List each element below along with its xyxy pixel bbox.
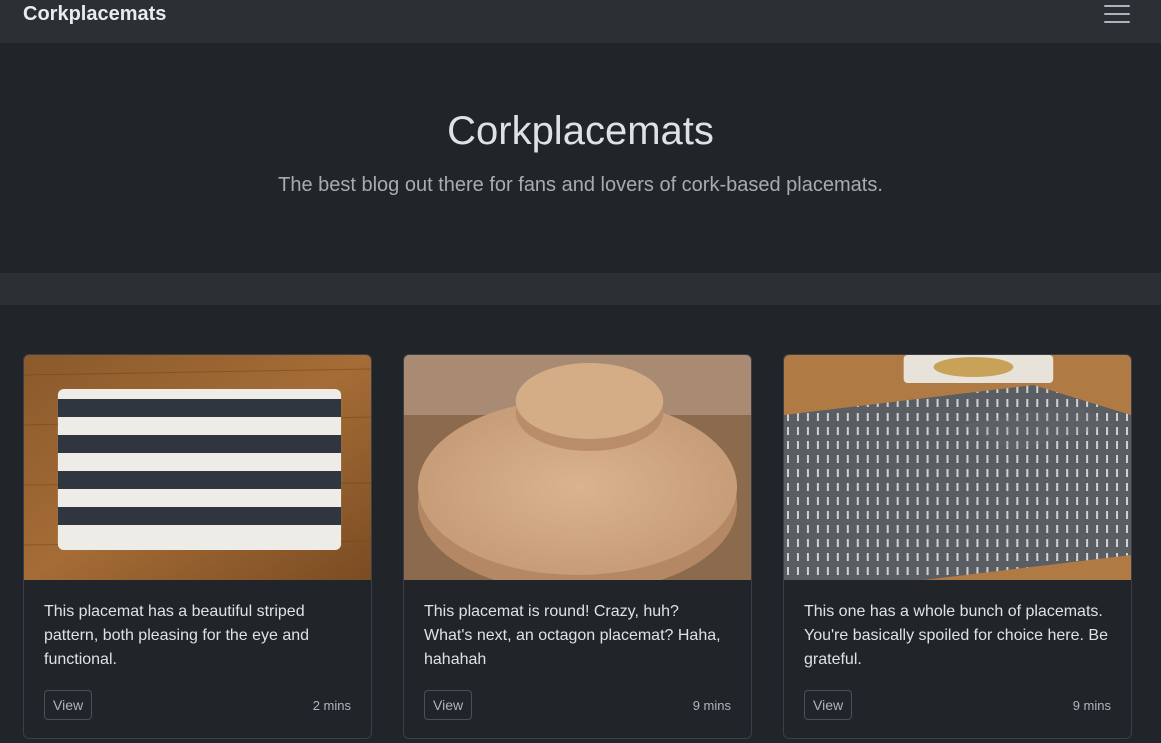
view-button[interactable]: View	[424, 690, 473, 720]
card-text: This one has a whole bunch of placemats.…	[804, 603, 1108, 668]
round-cork-placemat-photo	[404, 355, 751, 580]
read-time: 9 mins	[1072, 697, 1111, 713]
view-button[interactable]: View	[44, 690, 93, 720]
navbar-brand[interactable]: Corkplacemats	[23, 3, 166, 26]
hero-title: Corkplacemats	[447, 109, 714, 153]
striped-placemat-photo	[24, 355, 371, 580]
card: This placemat has a beautiful striped pa…	[23, 354, 372, 739]
hero-section: Corkplacemats The best blog out there fo…	[0, 43, 1161, 273]
patterned-placemat-set-photo	[784, 355, 1131, 580]
hero-subtitle: The best blog out there for fans and lov…	[278, 174, 883, 196]
read-time: 9 mins	[692, 697, 731, 713]
navbar-toggler-button[interactable]	[1089, 0, 1145, 34]
read-time: 2 mins	[312, 697, 351, 713]
card-grid: This placemat has a beautiful striped pa…	[0, 305, 1161, 743]
card-text: This placemat has a beautiful striped pa…	[44, 603, 310, 668]
card: This placemat is round! Crazy, huh? What…	[403, 354, 752, 739]
card: This one has a whole bunch of placemats.…	[783, 354, 1132, 739]
card-text: This placemat is round! Crazy, huh? What…	[424, 603, 721, 668]
album-section: This placemat has a beautiful striped pa…	[0, 273, 1161, 743]
hamburger-icon	[1104, 5, 1130, 7]
navbar: Corkplacemats	[0, 0, 1161, 43]
view-button[interactable]: View	[804, 690, 853, 720]
